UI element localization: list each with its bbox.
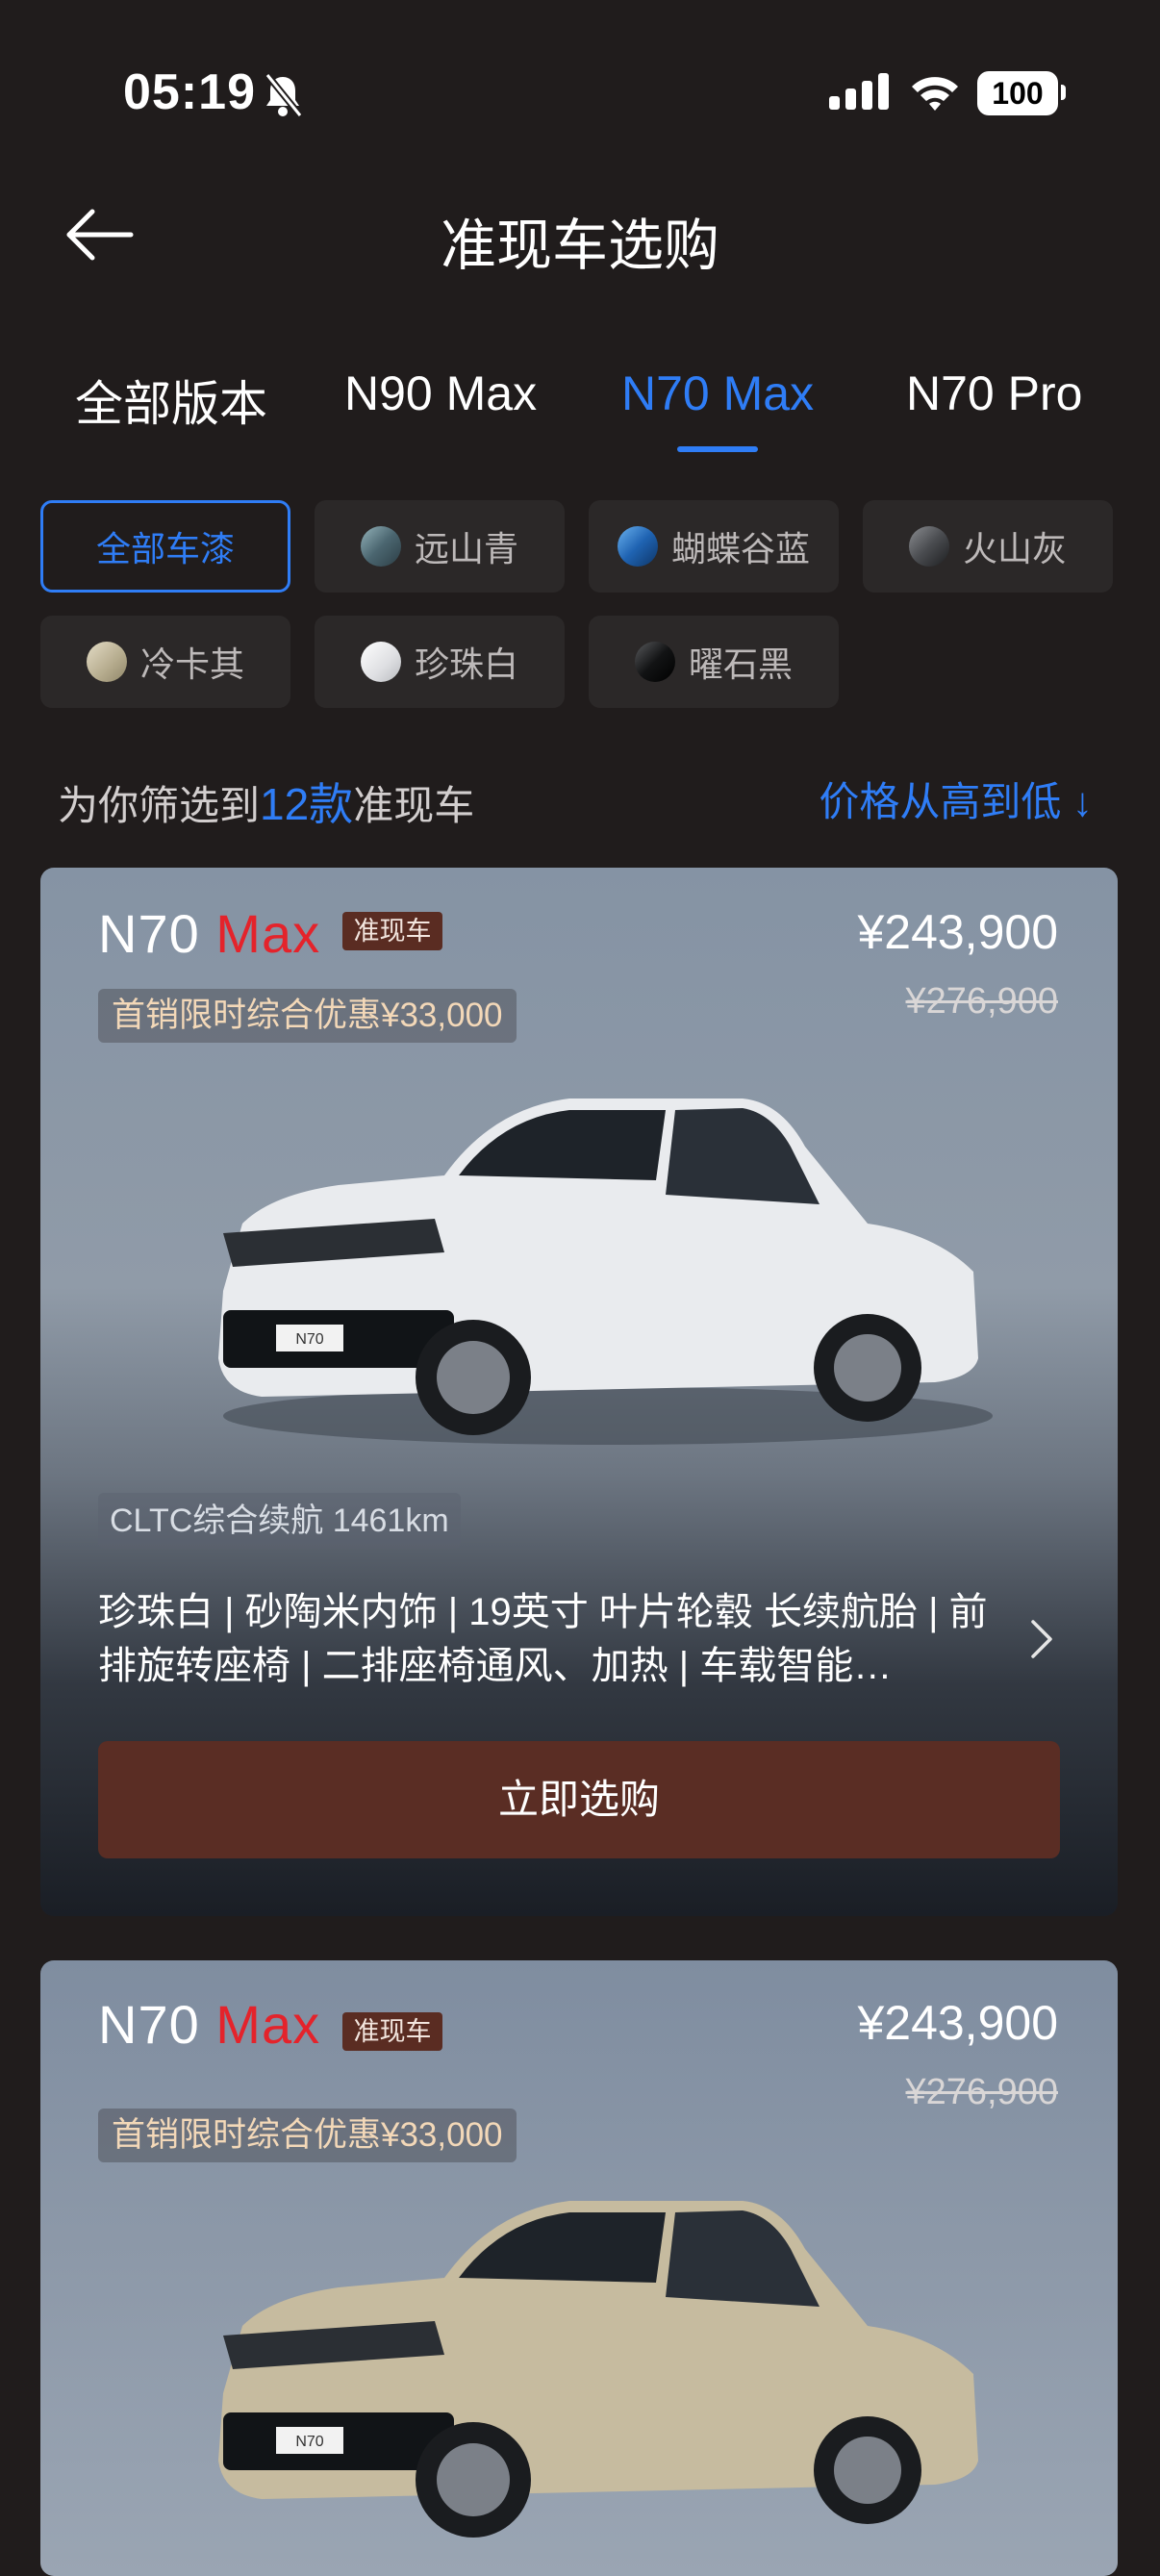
active-tab-indicator xyxy=(677,446,758,452)
in-stock-badge: 准现车 xyxy=(342,912,442,950)
wifi-icon xyxy=(912,77,958,111)
sort-button[interactable]: 价格从高到低 ↓ xyxy=(819,770,1093,828)
model-trim: Max xyxy=(215,1994,321,2055)
model-logo: N70 Max xyxy=(98,902,320,965)
in-stock-badge: 准现车 xyxy=(342,2012,442,2051)
color-chip-yaoshihei[interactable]: 曜石黑 xyxy=(589,616,839,708)
status-time: 05:19 xyxy=(123,64,256,120)
price: ¥243,900 xyxy=(857,1996,1058,2050)
color-chip-label: 曜石黑 xyxy=(688,644,793,684)
version-tabs: 全部版本 N90 Max N70 Max N70 Pro xyxy=(0,366,1160,462)
swatch-icon xyxy=(86,642,127,682)
vehicle-card[interactable]: N70 Max 准现车 ¥243,900 ¥276,900 首销限时综合优惠¥3… xyxy=(40,868,1118,1916)
model-name: N70 xyxy=(98,1994,200,2055)
swatch-icon xyxy=(360,642,401,682)
vehicle-card[interactable]: N70 Max 准现车 ¥243,900 ¥276,900 首销限时综合优惠¥3… xyxy=(40,1960,1118,2576)
color-chip-yuanshanqing[interactable]: 远山青 xyxy=(315,500,565,593)
page-title: 准现车选购 xyxy=(440,215,719,277)
result-count: 为你筛选到12款准现车 xyxy=(58,770,474,833)
tab-n90-max[interactable]: N90 Max xyxy=(344,366,537,421)
spec-summary: 珍珠白 | 砂陶米内饰 | 19英寸 叶片轮毂 长续航胎 | 前排旋转座椅 | … xyxy=(98,1591,988,1687)
tab-n70-max[interactable]: N70 Max xyxy=(621,366,814,421)
original-price: ¥276,900 xyxy=(905,2072,1059,2112)
color-chip-lengkaqi[interactable]: 冷卡其 xyxy=(40,616,290,708)
color-chip-zhenzhubai[interactable]: 珍珠白 xyxy=(315,616,565,708)
color-chip-label: 冷卡其 xyxy=(139,644,244,684)
color-chip-all[interactable]: 全部车漆 xyxy=(40,500,290,593)
result-number: 12款 xyxy=(260,779,354,829)
silent-bell-icon xyxy=(265,72,303,117)
status-bar: 05:19 100 xyxy=(0,0,1160,183)
color-chip-label: 珍珠白 xyxy=(414,644,518,684)
tab-all-versions[interactable]: 全部版本 xyxy=(75,366,267,435)
price: ¥243,900 xyxy=(857,905,1058,959)
color-chip-huoshanhui[interactable]: 火山灰 xyxy=(863,500,1113,593)
car-image: N70 xyxy=(218,1099,993,1445)
color-chip-hudieguLan[interactable]: 蝴蝶谷蓝 xyxy=(589,500,839,593)
buy-now-button[interactable]: 立即选购 xyxy=(98,1741,1060,1858)
promo-tag: 首销限时综合优惠¥33,000 xyxy=(98,2109,517,2162)
car-image: N70 xyxy=(218,2201,978,2538)
swatch-icon xyxy=(908,526,949,567)
model-logo: N70 Max xyxy=(98,1993,320,2056)
range-tag: CLTC综合续航 1461km xyxy=(98,1493,461,1549)
result-suffix: 准现车 xyxy=(353,783,475,828)
swatch-icon xyxy=(634,642,675,682)
swatch-icon xyxy=(360,526,401,567)
original-price: ¥276,900 xyxy=(905,981,1059,1022)
color-chip-label: 远山青 xyxy=(414,529,518,568)
color-chip-label: 火山灰 xyxy=(962,529,1067,568)
swatch-icon xyxy=(617,526,658,567)
result-prefix: 为你筛选到 xyxy=(58,783,261,828)
color-chip-label: 蝴蝶谷蓝 xyxy=(670,529,810,568)
plate-text: N70 xyxy=(295,1331,323,1348)
plate-text: N70 xyxy=(295,2434,323,2450)
battery-indicator: 100 xyxy=(977,71,1066,115)
tab-n70-pro[interactable]: N70 Pro xyxy=(906,366,1082,421)
cellular-signal-icon xyxy=(829,73,889,110)
model-trim: Max xyxy=(215,903,321,964)
model-name: N70 xyxy=(98,903,200,964)
chevron-right-icon[interactable] xyxy=(1027,1618,1056,1660)
promo-tag: 首销限时综合优惠¥33,000 xyxy=(98,989,517,1043)
color-chip-label: 全部车漆 xyxy=(95,529,235,568)
